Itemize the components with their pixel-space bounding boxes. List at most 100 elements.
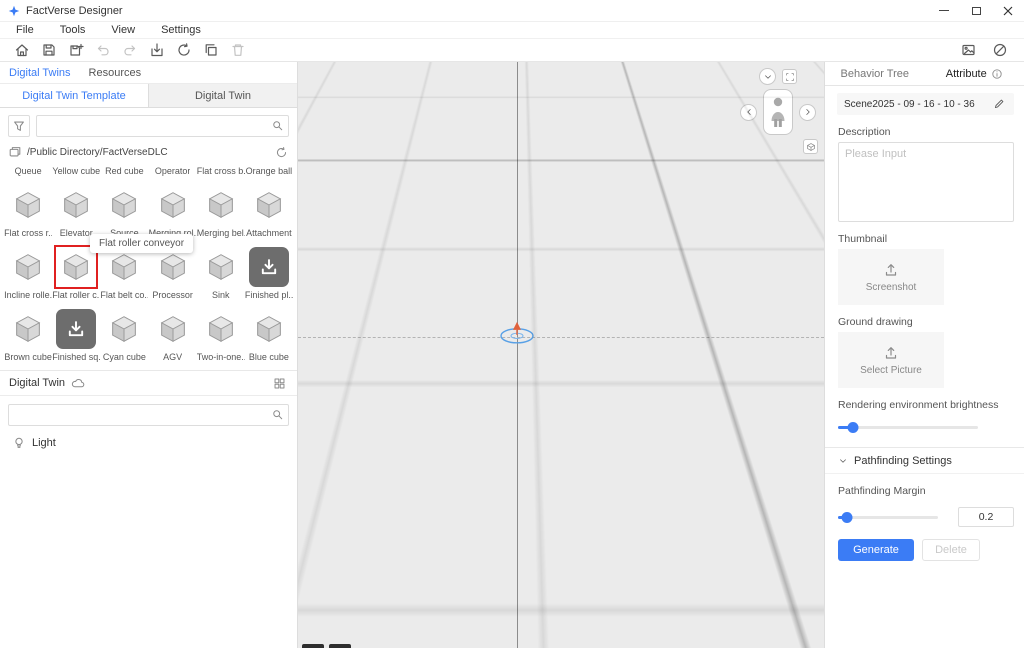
- app-window: FactVerse Designer File Tools View Setti…: [0, 0, 1024, 648]
- pathfinding-settings-header[interactable]: Pathfinding Settings: [825, 448, 1024, 474]
- save-button[interactable]: [39, 41, 59, 59]
- template-item[interactable]: Finished pl...: [245, 244, 293, 306]
- delete-pathfinding-button[interactable]: Delete: [922, 539, 980, 561]
- refresh-small-icon: [275, 146, 288, 159]
- cube-icon: [56, 247, 96, 287]
- template-item[interactable]: Blue cube: [245, 306, 293, 368]
- screenshot-upload-button[interactable]: Screenshot: [838, 249, 944, 305]
- generate-button[interactable]: Generate: [838, 539, 914, 561]
- rotate-right-button[interactable]: [799, 104, 816, 121]
- template-item[interactable]: Flat cross r...: [4, 182, 52, 244]
- template-item[interactable]: Flat belt co...: [100, 244, 148, 306]
- redo-button[interactable]: [120, 41, 140, 59]
- minimize-button[interactable]: [928, 0, 960, 21]
- tree-search-input[interactable]: [8, 404, 289, 426]
- menu-file[interactable]: File: [16, 24, 34, 36]
- cube-small-icon: [806, 142, 816, 152]
- refresh-button[interactable]: [174, 41, 194, 59]
- template-item[interactable]: Queue: [4, 164, 52, 182]
- brightness-label: Rendering environment brightness: [838, 399, 1014, 411]
- pathfinding-buttons: Generate Delete: [838, 539, 1014, 561]
- template-tabs: Digital Twin Template Digital Twin: [0, 84, 297, 108]
- template-item-label: Incline rolle...: [4, 290, 52, 300]
- template-item-label: Finished sq...: [52, 352, 100, 362]
- template-item[interactable]: AGV: [149, 306, 197, 368]
- close-button[interactable]: [992, 0, 1024, 21]
- brightness-slider-knob[interactable]: [848, 422, 859, 433]
- menu-tools[interactable]: Tools: [60, 24, 86, 36]
- save-as-button[interactable]: [66, 41, 86, 59]
- edit-scene-name-button[interactable]: [991, 96, 1007, 112]
- template-item[interactable]: Cyan cube: [100, 306, 148, 368]
- template-item[interactable]: Brown cube: [4, 306, 52, 368]
- chevron-down-icon: [763, 72, 773, 82]
- template-item[interactable]: Yellow cube: [52, 164, 100, 182]
- description-input[interactable]: [838, 142, 1014, 222]
- home-button[interactable]: [12, 41, 32, 59]
- rotate-left-button[interactable]: [740, 104, 757, 121]
- pathfinding-margin-slider-knob[interactable]: [842, 512, 853, 523]
- item-tooltip: Flat roller conveyor: [90, 234, 193, 253]
- menu-settings[interactable]: Settings: [161, 24, 201, 36]
- save-as-icon: [68, 42, 84, 58]
- viewport-nav-widget: [738, 68, 818, 158]
- template-item[interactable]: Merging bel...: [197, 182, 245, 244]
- template-search-row: [0, 108, 297, 142]
- template-grid: Queue Yellow cube Re: [4, 164, 293, 368]
- undo-icon: [95, 42, 111, 58]
- template-item[interactable]: Attachment: [245, 182, 293, 244]
- template-item[interactable]: Finished sq...: [52, 306, 100, 368]
- menu-view[interactable]: View: [111, 24, 135, 36]
- tree-item-light[interactable]: Light: [0, 430, 297, 456]
- cube-icon: [201, 309, 241, 349]
- template-item-label: Cyan cube: [103, 352, 146, 362]
- pathfinding-margin-slider[interactable]: [838, 511, 938, 523]
- template-item-label: Queue: [15, 166, 42, 176]
- pathfinding-margin-input[interactable]: [958, 507, 1014, 527]
- tab-digital-twin-template[interactable]: Digital Twin Template: [0, 84, 149, 107]
- import-button[interactable]: [147, 41, 167, 59]
- directory-path[interactable]: /Public Directory/FactVerseDLC: [27, 147, 268, 158]
- viewport-3d[interactable]: [298, 62, 824, 648]
- cube-icon: [104, 309, 144, 349]
- copy-button[interactable]: [201, 41, 221, 59]
- template-item[interactable]: Sink: [197, 244, 245, 306]
- filter-button[interactable]: [8, 115, 30, 137]
- template-item-label: Brown cube: [4, 352, 52, 362]
- template-item[interactable]: Processor: [149, 244, 197, 306]
- pathfinding-settings-label: Pathfinding Settings: [854, 455, 952, 467]
- tab-digital-twins[interactable]: Digital Twins: [9, 67, 71, 79]
- template-item[interactable]: Red cube: [100, 164, 148, 182]
- redo-icon: [122, 42, 138, 58]
- template-item-label: Sink: [212, 290, 230, 300]
- person-view-avatar[interactable]: [763, 89, 793, 135]
- undo-button[interactable]: [93, 41, 113, 59]
- template-search-input[interactable]: [36, 115, 289, 137]
- tab-resources[interactable]: Resources: [89, 67, 142, 79]
- template-item[interactable]: Flat cross b...: [197, 164, 245, 182]
- collapse-button[interactable]: [759, 68, 776, 85]
- refresh-directory-button[interactable]: [273, 143, 289, 161]
- template-item-label: Blue cube: [249, 352, 289, 362]
- tab-attribute[interactable]: Attribute: [925, 62, 1024, 85]
- delete-button[interactable]: [228, 41, 248, 59]
- frame-button[interactable]: [782, 69, 797, 84]
- finished-item-icon: [249, 247, 289, 287]
- screenshot-button[interactable]: [958, 41, 978, 59]
- template-item[interactable]: Two-in-one...: [197, 306, 245, 368]
- cube-icon: [201, 185, 241, 225]
- window-title: FactVerse Designer: [26, 5, 123, 17]
- layout-grid-button[interactable]: [270, 374, 288, 392]
- template-item[interactable]: Flat roller c...: [52, 244, 100, 306]
- template-item[interactable]: Operator: [149, 164, 197, 182]
- template-item[interactable]: Orange ball: [245, 164, 293, 182]
- cube-view-button[interactable]: [803, 139, 818, 154]
- tab-behavior-tree[interactable]: Behavior Tree: [825, 62, 925, 85]
- template-item-label: Finished pl...: [245, 290, 293, 300]
- select-picture-button[interactable]: Select Picture: [838, 332, 944, 388]
- template-item[interactable]: Incline rolle...: [4, 244, 52, 306]
- tab-digital-twin[interactable]: Digital Twin: [149, 84, 297, 107]
- record-button[interactable]: [990, 41, 1010, 59]
- brightness-slider[interactable]: [838, 421, 978, 433]
- maximize-button[interactable]: [960, 0, 992, 21]
